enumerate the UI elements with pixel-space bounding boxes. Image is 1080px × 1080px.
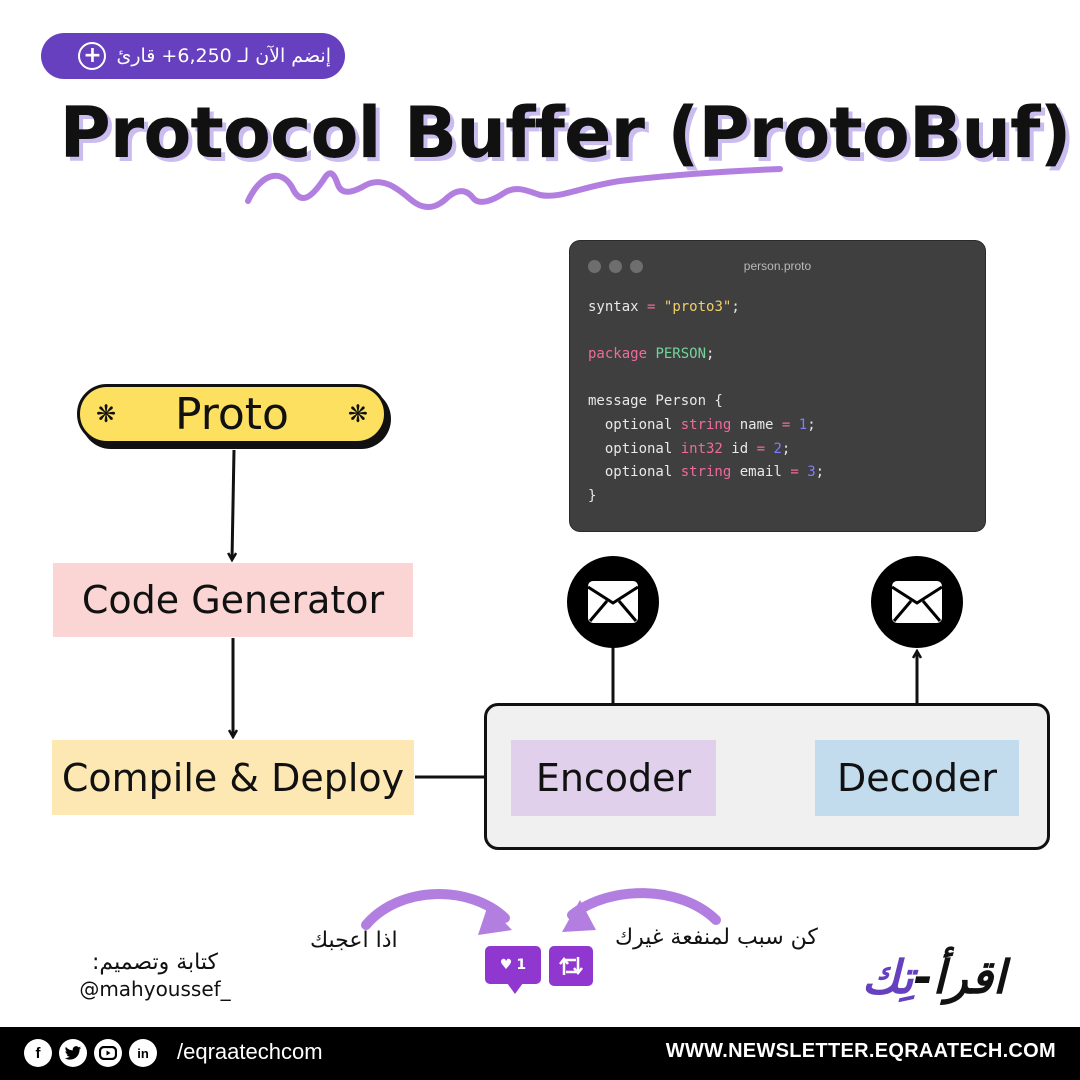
heart-icon: ♥ [499,957,513,973]
cta-arrows [361,888,721,935]
repost-button[interactable] [549,946,593,986]
brand-logo: اقرأ-تِك [862,950,1006,1004]
like-count: 1 [516,957,527,973]
repost-icon [559,956,583,976]
social-handle[interactable]: /eqraatechcom [177,1039,323,1065]
like-prompt: اذا اعجبك [310,928,398,953]
youtube-icon[interactable] [94,1039,122,1067]
credit-label: كتابة وتصميم: [92,950,218,975]
social-links: f in [24,1039,157,1067]
share-prompt: كن سبب لمنفعة غيرك [615,925,818,950]
like-button[interactable]: ♥ 1 [485,946,541,994]
logo-part-2: تِك [862,950,914,1004]
linkedin-icon[interactable]: in [129,1039,157,1067]
curved-arrow-right [567,888,721,925]
twitter-icon[interactable] [59,1039,87,1067]
website-link[interactable]: WWW.NEWSLETTER.EQRAATECH.COM [666,1040,1056,1063]
author-credit: كتابة وتصميم: @mahyoussef_ [60,950,250,1001]
footer-bar: f in /eqraatechcom WWW.NEWSLETTER.EQRAAT… [0,1027,1080,1080]
logo-part-1: اقرأ- [913,950,1006,1004]
facebook-icon[interactable]: f [24,1039,52,1067]
author-handle[interactable]: @mahyoussef_ [60,977,250,1001]
